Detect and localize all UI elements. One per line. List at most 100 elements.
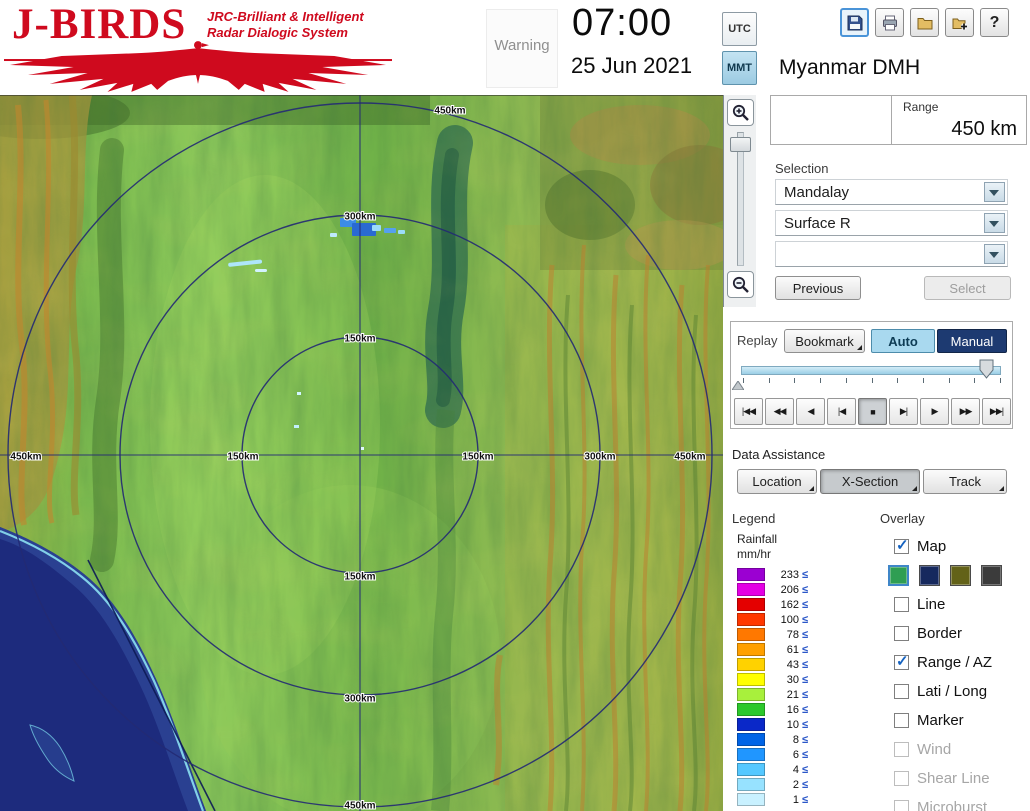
map-color-swatch-2[interactable] [950,565,971,586]
overlay-item-lati-long[interactable]: Lati / Long [886,677,1027,706]
selection-dropdowns: Mandalay Surface R [775,179,1008,272]
select-button[interactable]: Select [924,276,1011,300]
legend-scale: 233 ≤206 ≤162 ≤100 ≤78 ≤61 ≤43 ≤30 ≤21 ≤16 ≤10 ≤8 ≤6… [737,568,808,806]
data-assistance-track-button[interactable]: Track [923,469,1007,494]
playback-fast-rewind-button[interactable]: ◀◀ [765,398,794,425]
overlay-item-microburst[interactable]: Microburst [886,793,1027,811]
range-ring-label: 300km [344,212,375,223]
zoom-in-button[interactable] [727,99,754,126]
bookmark-label: Bookmark [795,333,854,349]
legend-row: 43 ≤ [737,658,808,671]
overlay-item-map[interactable]: Map [886,532,1027,561]
legend-row: 61 ≤ [737,643,808,656]
playback-skip-to-end-button[interactable]: ▶▶| [982,398,1011,425]
legend-color-swatch [737,568,765,581]
legend-operator: ≤ [802,763,809,776]
replay-auto-button[interactable]: Auto [871,329,935,353]
legend-operator: ≤ [802,718,809,731]
legend-value: 61 [786,643,799,656]
overlay-item-range-az[interactable]: Range / AZ [886,648,1027,677]
dropdown-site[interactable]: Mandalay [775,179,1008,205]
map-color-swatch-3[interactable] [981,565,1002,586]
previous-button[interactable]: Previous [775,276,861,300]
timeline-track[interactable] [741,366,1001,375]
legend-label: Legend [732,511,776,526]
legend-value: 21 [786,688,799,701]
legend-operator: ≤ [802,583,809,596]
legend-operator: ≤ [802,748,809,761]
dropdown-extra[interactable] [775,241,1008,267]
timeline-thumb[interactable] [979,359,994,384]
checkbox-icon[interactable] [894,771,909,786]
legend-operator: ≤ [802,688,809,701]
checkbox-icon[interactable] [894,742,909,757]
chevron-down-icon[interactable] [984,182,1005,202]
export-button[interactable] [945,8,974,37]
legend-value: 162 [780,598,799,611]
legend-operator: ≤ [802,628,809,641]
playback-play-reverse-button[interactable]: ◀ [796,398,825,425]
checkbox-icon[interactable] [894,800,909,811]
zoom-slider-thumb[interactable] [730,137,751,152]
playback-step-forward-button[interactable]: ▶| [889,398,918,425]
playback-stop-button[interactable]: ■ [858,398,887,425]
overlay-item-marker[interactable]: Marker [886,706,1027,735]
checkbox-icon[interactable] [894,597,909,612]
zoom-slider-track[interactable] [737,132,744,266]
checkbox-checked-icon[interactable] [894,536,909,554]
export-icon [952,18,967,29]
legend-value: 78 [786,628,799,641]
overlay-item-wind[interactable]: Wind [886,735,1027,764]
legend-operator: ≤ [802,733,809,746]
range-ring-label: 450km [344,801,375,811]
leg-block: Rainfall mm/hr 233 ≤206 ≤162 ≤100 ≤78 ≤61 ≤43 ≤… [737,532,808,808]
playback-step-back-button[interactable]: |◀ [827,398,856,425]
overlay-item-line[interactable]: Line [886,590,1027,619]
legend-color-swatch [737,763,765,776]
help-icon: ? [989,13,1000,31]
overlay-item-shear-line[interactable]: Shear Line [886,764,1027,793]
checkbox-icon[interactable] [894,684,909,699]
playback-play-button[interactable]: ▶ [920,398,949,425]
checkbox-checked-icon[interactable] [894,652,909,670]
overlay-item-label: Shear Line [917,770,990,787]
replay-manual-button[interactable]: Manual [937,329,1007,353]
chevron-down-icon[interactable] [984,213,1005,233]
checkbox-icon[interactable] [894,626,909,641]
chevron-down-icon[interactable] [984,244,1005,264]
overlay-item-border[interactable]: Border [886,619,1027,648]
map-color-swatch-1[interactable] [919,565,940,586]
legend-color-swatch [737,613,765,626]
help-button[interactable]: ? [980,8,1009,37]
zoom-out-button[interactable] [727,271,754,298]
legend-operator: ≤ [802,598,809,611]
range-ring-label: 150km [344,572,375,583]
legend-row: 206 ≤ [737,583,808,596]
checkbox-icon[interactable] [894,713,909,728]
utc-button[interactable]: UTC [722,12,757,46]
data-assistance-x-section-button[interactable]: X-Section [820,469,920,494]
selection-label: Selection [775,161,829,176]
range-value: 450 km [951,118,1017,140]
legend-color-swatch [737,718,765,731]
zoom-in-icon [732,104,749,121]
open-folder-button[interactable] [910,8,939,37]
playback-fast-forward-button[interactable]: ▶▶ [951,398,980,425]
print-button[interactable] [875,8,904,37]
dropdown-product[interactable]: Surface R [775,210,1008,236]
radar-map[interactable]: 450km 300km 150km 150km 300km 450km 450km 150km… [0,95,723,811]
range-ring-label: 450km [674,452,705,463]
data-assistance-location-button[interactable]: Location [737,469,817,494]
bookmark-button[interactable]: Bookmark [784,329,865,353]
mmt-button[interactable]: MMT [722,51,757,85]
range-ring-label: 450km [10,452,41,463]
button-label: Track [948,474,982,489]
corner-arrow-icon [999,486,1004,491]
playback-skip-to-start-button[interactable]: |◀◀ [734,398,763,425]
right-panel: Range 450 km Selection Mandalay Surface R… [723,95,1030,811]
legend-color-swatch [737,583,765,596]
save-button[interactable] [840,8,869,37]
legend-color-swatch [737,748,765,761]
range-ring-label: 300km [584,452,615,463]
map-color-swatch-0[interactable] [888,565,909,586]
